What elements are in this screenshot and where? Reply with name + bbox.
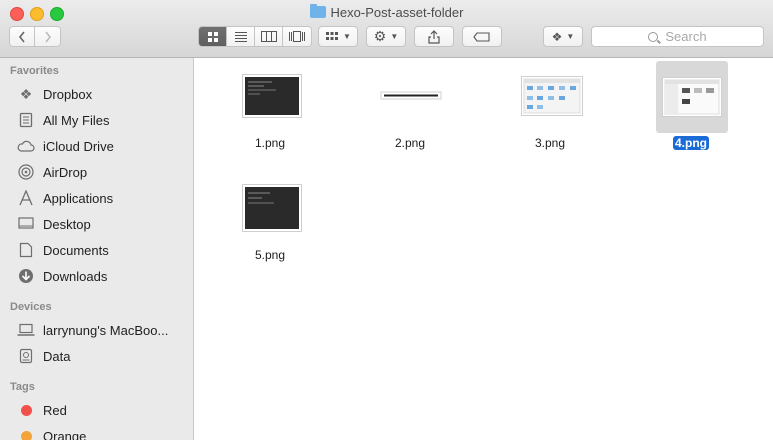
dropbox-icon: ❖ [551,29,563,44]
devices-heading: Devices [10,301,52,313]
cloud-icon [17,137,35,155]
favorites-heading: Favorites [10,65,59,77]
sidebar-item-dropbox[interactable]: ❖ Dropbox [17,83,92,105]
sidebar-item-label: All My Files [43,112,110,128]
chevron-down-icon: ▼ [343,32,351,41]
search-placeholder: Search [665,29,707,44]
file-grid: 1.png 2.png 3.png 4.png 5.png [194,58,773,440]
desktop-icon [17,215,35,233]
file-name: 1.png [255,136,286,150]
search-field[interactable]: Search [591,26,764,47]
sidebar-item-documents[interactable]: Documents [17,239,109,261]
chevron-down-icon: ▼ [390,32,399,41]
file-thumbnail-selected [656,61,728,133]
file-name: 2.png [395,136,426,150]
sidebar-item-label: Documents [43,242,109,258]
sidebar-item-data[interactable]: Data [17,345,70,367]
applications-icon [17,189,35,207]
toolbar: Hexo-Post-asset-folder ▼ ⚙ ▼ ❖ ▼ Search [0,0,773,58]
share-icon [428,29,440,44]
file-name: 5.png [255,248,286,262]
sidebar-item-label: iCloud Drive [43,138,114,154]
sidebar-item-label: Red [43,402,67,418]
sidebar-item-tag-red[interactable]: Red [17,399,67,421]
cover-flow-button[interactable] [283,27,311,46]
sidebar-item-tag-orange[interactable]: Orange [17,425,86,440]
list-view-button[interactable] [227,27,255,46]
tag-icon [473,31,490,42]
dropbox-icon: ❖ [19,85,33,102]
window-title: Hexo-Post-asset-folder [0,4,773,20]
chevron-right-icon [44,31,51,42]
sidebar-item-label: Orange [43,428,87,440]
search-icon [648,31,659,42]
sidebar-item-label: larrynung's MacBoo... [43,322,169,338]
folder-icon [309,4,326,18]
action-button[interactable]: ⚙ ▼ [366,26,406,47]
tags-heading: Tags [10,381,35,393]
file-name-selected: 4.png [673,136,709,150]
chevron-down-icon: ▼ [566,32,575,41]
share-button[interactable] [414,26,454,47]
window-title-text: Hexo-Post-asset-folder [330,5,464,20]
sidebar-item-desktop[interactable]: Desktop [17,213,91,235]
finder-window: Hexo-Post-asset-folder ▼ ⚙ ▼ ❖ ▼ Search … [0,0,773,440]
downloads-icon [17,267,35,285]
orange-tag-dot-icon [20,430,32,440]
forward-button[interactable] [35,27,60,46]
file-name: 3.png [535,136,566,150]
sidebar-item-label: Downloads [43,268,108,284]
sidebar-item-downloads[interactable]: Downloads [17,265,107,287]
sidebar-item-applications[interactable]: Applications [17,187,113,209]
sidebar: Favorites ❖ Dropbox All My Files iCloud … [0,58,194,440]
sidebar-item-label: Desktop [43,216,91,232]
file-thumbnail [242,184,302,232]
sidebar-item-label: Applications [43,190,114,206]
file-thumbnail [380,74,442,118]
airdrop-icon [17,163,35,181]
cover-flow-icon [289,31,305,42]
red-tag-dot-icon [20,404,32,416]
grid-icon [207,31,218,42]
documents-icon [17,241,35,259]
sidebar-item-icloud-drive[interactable]: iCloud Drive [17,135,114,157]
all-files-icon [17,111,35,129]
laptop-icon [17,321,35,339]
disk-icon [17,347,35,365]
gear-icon: ⚙ [373,28,387,44]
sidebar-item-label: Data [43,348,71,364]
list-icon [234,32,247,42]
arrange-button[interactable]: ▼ [318,26,358,47]
chevron-left-icon [18,31,25,42]
view-mode-control [198,26,312,47]
sidebar-item-label: Dropbox [43,86,93,102]
sidebar-item-all-my-files[interactable]: All My Files [17,109,109,131]
icon-view-button[interactable] [199,27,227,46]
back-button[interactable] [10,27,35,46]
file-thumbnail [242,74,302,118]
column-view-button[interactable] [255,27,283,46]
sidebar-item-macbook[interactable]: larrynung's MacBoo... [17,319,168,341]
file-thumbnail [521,76,583,116]
sidebar-item-airdrop[interactable]: AirDrop [17,161,87,183]
columns-icon [260,31,277,42]
tags-button[interactable] [462,26,502,47]
arrange-icon [326,32,339,40]
dropbox-button[interactable]: ❖ ▼ [543,26,583,47]
nav-buttons [9,26,61,47]
sidebar-item-label: AirDrop [43,164,88,180]
